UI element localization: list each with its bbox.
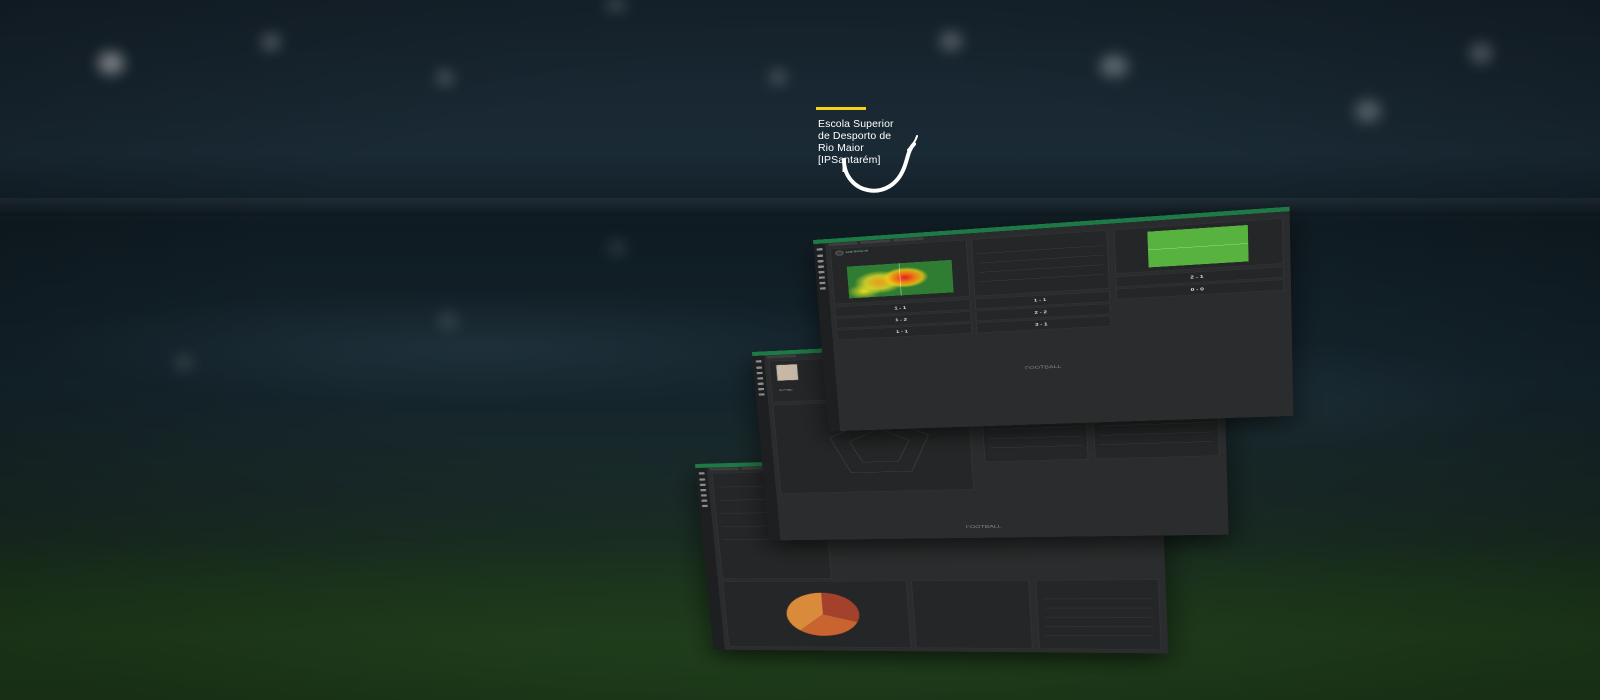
nav-icon[interactable] (759, 393, 765, 395)
tab[interactable] (860, 239, 890, 244)
app-screen-matches: Liga Nacional 1 - 1 1 - 1 2 - 1 1 - 2 2 … (813, 207, 1293, 432)
match-score: 2 - 1 (1190, 274, 1203, 279)
match-events-card (971, 230, 1110, 296)
injuries-card (722, 581, 911, 648)
heatmap-pitch (847, 260, 954, 299)
tab[interactable] (893, 237, 923, 242)
nav-icon[interactable] (702, 505, 708, 507)
match-score: 1 - 2 (895, 317, 907, 322)
match-score: 2 - 2 (1034, 310, 1047, 315)
nav-icon[interactable] (700, 489, 706, 491)
nav-icon[interactable] (701, 494, 707, 496)
tab[interactable] (828, 242, 858, 247)
footer-logo: FOOTBALL (965, 524, 1001, 529)
logo-line-1: Escola Superior (818, 118, 894, 130)
match-score: 3 - 1 (1035, 322, 1048, 327)
nav-icon[interactable] (701, 500, 707, 502)
logo-swoosh-icon (838, 132, 918, 202)
heatmap-card: Liga Nacional (830, 240, 970, 305)
lineup-card (1114, 218, 1284, 274)
player-photo (776, 364, 799, 381)
nav-icon[interactable] (758, 383, 764, 385)
nav-icon[interactable] (756, 366, 762, 369)
nav-icon[interactable] (700, 484, 706, 486)
training-intensity-card (1035, 579, 1161, 649)
nav-icon[interactable] (817, 254, 823, 257)
match-score: 1 - 1 (896, 329, 908, 334)
nav-icon[interactable] (757, 372, 763, 374)
lineup-pitch (1147, 225, 1248, 267)
nav-icon[interactable] (818, 271, 824, 274)
tab[interactable] (710, 467, 739, 470)
nav-icon[interactable] (819, 282, 825, 285)
match-score: 0 - 0 (1191, 287, 1204, 292)
nav-icon[interactable] (819, 276, 825, 279)
match-score: 1 - 1 (894, 306, 906, 311)
footer-logo: FOOTBALL (1025, 364, 1062, 370)
nav-icon[interactable] (757, 377, 763, 379)
league-title: Liga Nacional (846, 250, 869, 254)
tab[interactable] (767, 354, 796, 358)
menu-icon[interactable] (756, 360, 762, 363)
player-average-label: Average (779, 388, 793, 391)
injuries-pie-chart (781, 590, 865, 638)
nav-icon[interactable] (699, 478, 705, 480)
injured-player-card (911, 580, 1033, 649)
tab[interactable] (741, 467, 763, 470)
nav-icon[interactable] (818, 265, 824, 268)
nav-icon[interactable] (820, 287, 826, 290)
match-score: 1 - 1 (1034, 298, 1047, 303)
nav-icon[interactable] (818, 260, 824, 263)
menu-icon[interactable] (699, 472, 705, 474)
menu-icon[interactable] (817, 248, 823, 251)
school-logo: Escola Superior de Desporto de Rio Maior… (816, 107, 926, 202)
logo-accent-bar (816, 107, 866, 110)
nav-icon[interactable] (758, 388, 764, 390)
team-badge-icon (835, 250, 843, 256)
